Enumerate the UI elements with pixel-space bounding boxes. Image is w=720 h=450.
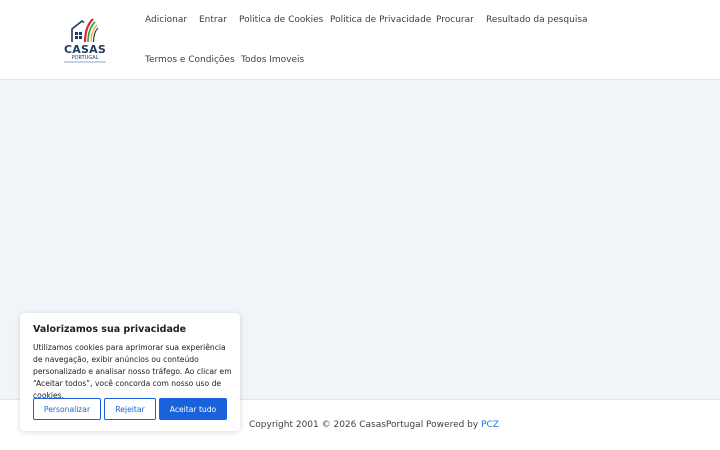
house-logo-icon bbox=[71, 18, 99, 43]
copyright-label: Copyright 2001 © 2026 CasasPortugal Powe… bbox=[249, 420, 482, 430]
logo-name: CASAS bbox=[64, 43, 106, 56]
footer-link-pcz[interactable]: PCZ bbox=[481, 420, 499, 430]
nav-item-termos-condicoes[interactable]: Termos e Condições bbox=[145, 54, 235, 66]
nav-item-resultado-pesquisa[interactable]: Resultado da pesquisa bbox=[486, 14, 588, 26]
cookie-title: Valorizamos sua privacidade bbox=[33, 324, 187, 335]
customize-button[interactable]: Personalizar bbox=[33, 398, 101, 420]
accept-all-button[interactable]: Aceitar tudo bbox=[159, 398, 227, 420]
nav-item-adicionar[interactable]: Adicionar bbox=[145, 14, 187, 26]
nav-item-politica-cookies[interactable]: Politica de Cookies bbox=[239, 14, 323, 26]
cookie-description: Utilizamos cookies para aprimorar sua ex… bbox=[33, 343, 232, 400]
nav-item-todos-imoveis[interactable]: Todos Imoveis bbox=[241, 54, 304, 66]
nav-item-procurar[interactable]: Procurar bbox=[436, 14, 474, 26]
nav-item-entrar[interactable]: Entrar bbox=[199, 14, 227, 26]
nav-item-politica-privacidade[interactable]: Politica de Privacidade bbox=[330, 14, 431, 26]
logo-tagline-decoration bbox=[64, 61, 106, 63]
reject-button[interactable]: Rejeitar bbox=[104, 398, 156, 420]
site-logo[interactable]: CASAS PORTUGAL bbox=[62, 16, 108, 66]
site-header: CASAS PORTUGAL Adicionar Entrar Politica… bbox=[0, 0, 720, 80]
cookie-consent-banner: Valorizamos sua privacidade Utilizamos c… bbox=[20, 313, 240, 431]
